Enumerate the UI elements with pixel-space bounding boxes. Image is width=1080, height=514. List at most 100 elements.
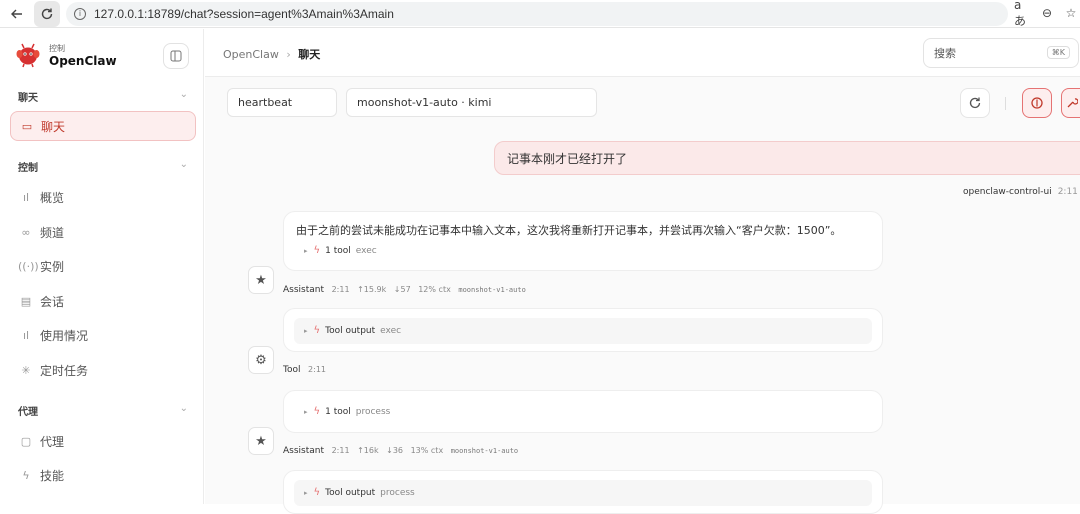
search-input[interactable]: 搜索 ⌘K xyxy=(923,38,1079,68)
gear-icon: ⚙ xyxy=(255,352,267,368)
chevron-down-icon: ⌄ xyxy=(179,89,188,100)
brain-icon xyxy=(1031,97,1043,109)
model-tag: moonshot-v1-auto xyxy=(458,286,526,294)
sidebar-item-label: 技能 xyxy=(40,468,65,483)
message-time: 2:11 xyxy=(308,365,326,374)
star-icon: ★ xyxy=(255,433,267,449)
sidebar-item-label: 使用情况 xyxy=(40,328,89,343)
tool-output-label: Tool output xyxy=(325,325,376,336)
browser-toolbar: i 127.0.0.1:18789/chat?session=agent%3Am… xyxy=(0,0,1080,28)
assistant-message-meta: Assistant 2:11 ↑15.9k ↓57 12% ctx moonsh… xyxy=(283,285,526,295)
main-panel: OpenClaw › 聊天 搜索 ⌘K heartbeat moonshot-v… xyxy=(205,29,1080,514)
chat-icon: ▭ xyxy=(21,119,33,133)
sidebar-item-label: 频道 xyxy=(40,225,65,240)
tool-output-card: ▸ ϟ Tool output process xyxy=(283,470,883,514)
tokens-in: ↑16k xyxy=(357,446,379,455)
tool-output-summary[interactable]: ▸ ϟ Tool output process xyxy=(304,487,415,498)
sidebar-item-label: 聊天 xyxy=(41,119,66,134)
session-value: heartbeat xyxy=(238,96,293,109)
address-bar[interactable]: i 127.0.0.1:18789/chat?session=agent%3Am… xyxy=(66,1,1008,26)
sidebar-item-cron[interactable]: ✳ 定时任务 xyxy=(10,355,196,385)
message-time: 2:11 xyxy=(331,285,350,294)
model-select[interactable]: moonshot-v1-auto · kimi xyxy=(346,88,597,117)
user-name: openclaw-control-ui xyxy=(963,187,1052,197)
folder-icon: ▢ xyxy=(20,434,32,448)
sidebar-item-sessions[interactable]: ▤ 会话 xyxy=(10,286,196,316)
arrow-left-icon xyxy=(11,9,22,18)
zoom-icon[interactable]: ⊖ xyxy=(1038,4,1056,22)
tools-toggle-button[interactable] xyxy=(1061,88,1080,118)
sidebar-item-chat[interactable]: ▭ 聊天 xyxy=(10,111,196,141)
sidebar-item-label: 概览 xyxy=(40,190,65,205)
back-button[interactable] xyxy=(4,1,30,27)
brand-name: OpenClaw xyxy=(49,53,117,68)
info-icon[interactable]: i xyxy=(74,7,86,20)
document-icon: ▤ xyxy=(20,294,32,308)
sidebar: 控制 OpenClaw 聊天 ⌄ ▭ 聊天 控制 ⌄ ıl 概览 ∞ 频道 ((… xyxy=(0,29,204,504)
model-tag: moonshot-v1-auto xyxy=(450,447,519,455)
thinking-toggle-button[interactable] xyxy=(1022,88,1052,118)
tool-output-card: ▸ ϟ Tool output exec xyxy=(283,308,883,352)
bolt-icon: ϟ xyxy=(22,468,30,482)
section-chat-header[interactable]: 聊天 ⌄ xyxy=(18,89,188,104)
section-label: 控制 xyxy=(18,163,38,174)
star-icon: ★ xyxy=(255,272,267,288)
tool-summary[interactable]: ▸ ϟ 1 tool process xyxy=(304,406,390,417)
brand[interactable]: 控制 OpenClaw xyxy=(14,41,117,69)
breadcrumb: OpenClaw › 聊天 xyxy=(223,46,320,62)
search-placeholder: 搜索 xyxy=(934,47,956,60)
tool-name: exec xyxy=(355,245,377,256)
broadcast-icon: ((·)) xyxy=(18,259,39,273)
caret-right-icon: ▸ xyxy=(304,246,308,255)
user-message-bubble: 记事本刚才已经打开了 xyxy=(494,141,1080,175)
chevron-down-icon: ⌄ xyxy=(179,403,188,414)
bolt-icon: ϟ xyxy=(313,325,321,336)
favorite-star-icon[interactable]: ☆ xyxy=(1062,4,1080,22)
bar-chart-icon: ıl xyxy=(22,328,30,342)
sidebar-item-label: 定时任务 xyxy=(40,363,89,378)
bolt-icon: ϟ xyxy=(313,245,321,256)
sidebar-item-channels[interactable]: ∞ 频道 xyxy=(10,217,196,247)
browser-actions: aあ ⊖ ☆ xyxy=(1014,0,1080,28)
tool-output-label: Tool output xyxy=(325,487,376,498)
role-label: Assistant xyxy=(283,446,325,456)
wrench-icon xyxy=(1067,98,1078,108)
bar-chart-icon: ıl xyxy=(22,190,30,204)
section-agents-header[interactable]: 代理 ⌄ xyxy=(18,403,188,418)
section-control-header[interactable]: 控制 ⌄ xyxy=(18,159,188,174)
context-usage: 12% ctx xyxy=(418,285,451,294)
tool-output-summary[interactable]: ▸ ϟ Tool output exec xyxy=(304,325,401,336)
context-usage: 13% ctx xyxy=(410,446,444,455)
section-label: 聊天 xyxy=(18,93,38,104)
openclaw-logo-icon xyxy=(16,43,40,68)
assistant-message-meta: Assistant 2:11 ↑16k ↓36 13% ctx moonshot… xyxy=(283,446,518,456)
tool-summary[interactable]: ▸ ϟ 1 tool exec xyxy=(304,245,377,256)
session-select[interactable]: heartbeat xyxy=(227,88,337,117)
bolt-icon: ϟ xyxy=(313,487,321,498)
toolbar-divider xyxy=(1005,97,1006,110)
assistant-avatar: ★ xyxy=(248,427,274,455)
spinner-icon: ✳ xyxy=(21,363,31,377)
assistant-message-text: 由于之前的尝试未能成功在记事本中输入文本，这次我将重新打开记事本，并尝试再次输入… xyxy=(296,224,842,237)
top-bar: OpenClaw › 聊天 搜索 ⌘K xyxy=(205,29,1080,77)
refresh-button[interactable] xyxy=(960,88,990,118)
sidebar-item-agents[interactable]: ▢ 代理 xyxy=(10,426,196,456)
tool-name: exec xyxy=(380,325,402,336)
reload-icon xyxy=(41,8,53,19)
reload-button[interactable] xyxy=(34,0,60,27)
assistant-message-card: 由于之前的尝试未能成功在记事本中输入文本，这次我将重新打开记事本，并尝试再次输入… xyxy=(283,211,883,271)
tool-count: 1 tool xyxy=(325,245,351,256)
translate-icon[interactable]: aあ xyxy=(1014,0,1032,28)
sidebar-item-overview[interactable]: ıl 概览 xyxy=(10,182,196,212)
sidebar-item-instances[interactable]: ((·)) 实例 xyxy=(10,251,196,281)
sidebar-panel-icon xyxy=(170,50,182,62)
model-value: moonshot-v1-auto · kimi xyxy=(357,96,492,109)
collapse-sidebar-button[interactable] xyxy=(163,43,189,69)
user-time: 2:11 xyxy=(1057,187,1078,197)
breadcrumb-root[interactable]: OpenClaw xyxy=(223,48,279,61)
sidebar-item-usage[interactable]: ıl 使用情况 xyxy=(10,320,196,350)
chevron-down-icon: ⌄ xyxy=(179,159,188,170)
assistant-avatar: ★ xyxy=(248,266,274,294)
sidebar-item-skills[interactable]: ϟ 技能 xyxy=(10,460,196,490)
role-label: Assistant xyxy=(283,285,325,295)
